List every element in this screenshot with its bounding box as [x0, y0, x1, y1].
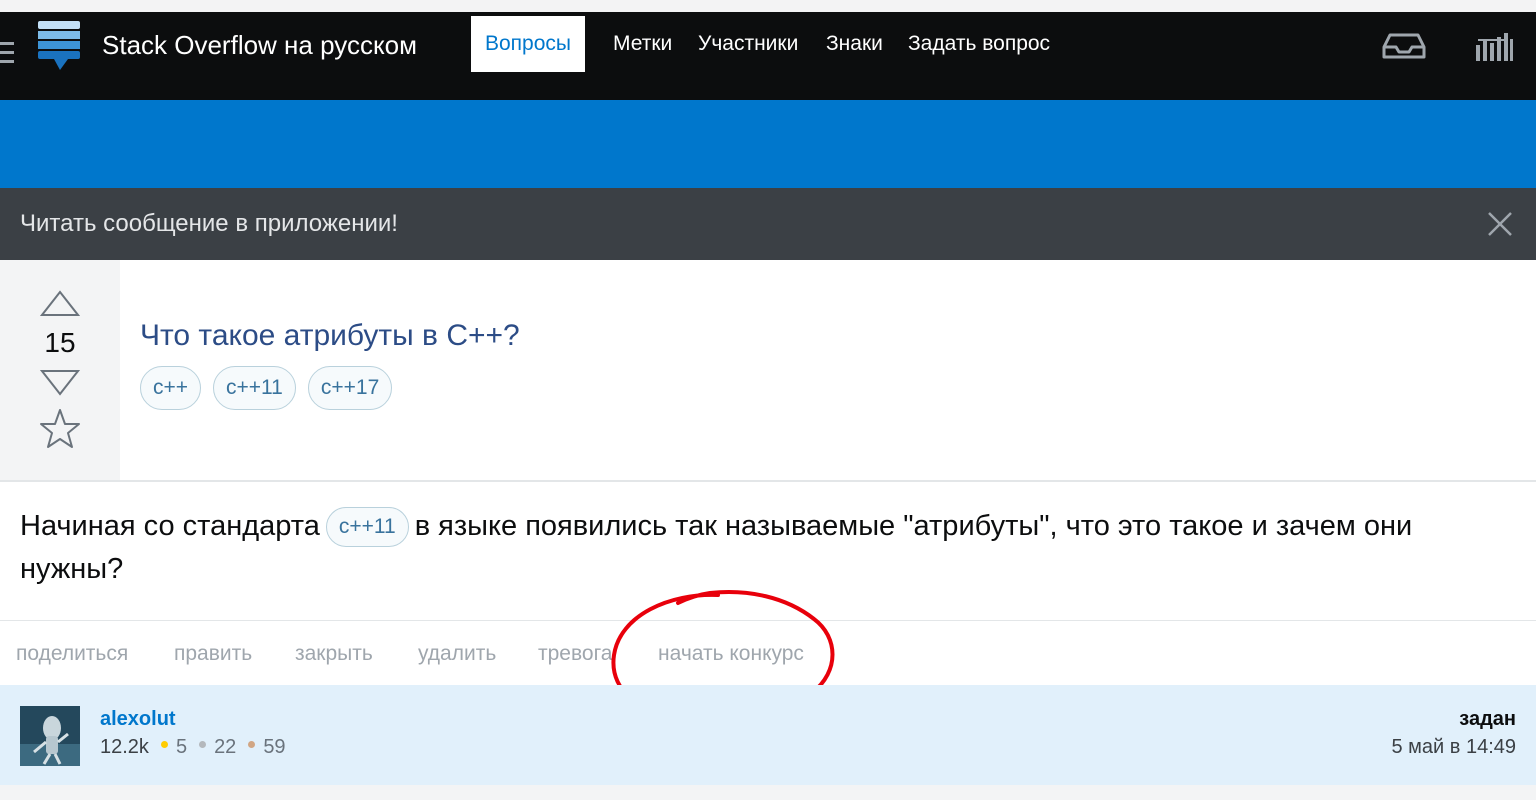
hamburger-menu-icon[interactable]	[0, 42, 14, 68]
nav-tags[interactable]: Метки	[613, 16, 672, 72]
inline-tag[interactable]: c++11	[325, 507, 409, 548]
question-title[interactable]: Что такое атрибуты в C++?	[140, 318, 520, 354]
tag[interactable]: c++	[140, 366, 202, 410]
question-tags: c++ c++11 c++17	[140, 366, 393, 410]
app-banner-text[interactable]: Читать сообщение в приложении!	[20, 209, 398, 239]
bottom-strip	[0, 785, 1536, 800]
status-strip	[0, 0, 1536, 12]
upvote-arrow-icon[interactable]	[40, 290, 80, 318]
tag[interactable]: c++17	[307, 366, 393, 410]
nav-badges[interactable]: Знаки	[826, 16, 883, 72]
stack-overflow-logo[interactable]	[38, 21, 80, 71]
question-body-text: Начиная со стандарта	[20, 510, 320, 542]
achievements-icon[interactable]	[1474, 27, 1514, 63]
close-link[interactable]: закрыть	[295, 641, 373, 667]
author-username[interactable]: alexolut	[100, 707, 176, 731]
site-title[interactable]: Stack Overflow на русском	[102, 29, 417, 61]
gold-badge-icon	[160, 740, 168, 748]
question-body: Начиная со стандарта c++11 в языке появили…	[20, 505, 1520, 591]
author-reputation: 12.2k	[100, 736, 149, 758]
nav-users[interactable]: Участники	[698, 16, 798, 72]
nav-questions[interactable]: Вопросы	[471, 16, 586, 72]
delete-link[interactable]: удалить	[418, 641, 496, 667]
bronze-badge-icon	[248, 740, 256, 748]
gold-badge-count: 5	[175, 736, 188, 758]
downvote-arrow-icon[interactable]	[40, 368, 80, 396]
author-stats: 12.2k 5 22 59	[100, 735, 286, 759]
silver-badge-icon	[199, 740, 207, 748]
divider	[0, 480, 1536, 482]
silver-badge-count: 22	[214, 736, 237, 758]
tag[interactable]: c++11	[213, 366, 296, 410]
nav-ask-question[interactable]: Задать вопрос	[908, 16, 1050, 72]
bronze-badge-count: 59	[263, 736, 286, 758]
app-banner[interactable]: Читать сообщение в приложении!	[0, 188, 1536, 260]
avatar[interactable]	[20, 706, 80, 766]
main-nav	[0, 100, 1536, 188]
edit-link[interactable]: править	[174, 641, 252, 667]
vote-count: 15	[44, 327, 76, 358]
asked-label: задан	[1459, 708, 1516, 730]
close-icon[interactable]	[1486, 210, 1514, 238]
inbox-icon[interactable]	[1382, 31, 1426, 61]
asked-date[interactable]: 5 май в 14:49	[1391, 735, 1516, 759]
favorite-star-icon[interactable]	[39, 408, 81, 450]
share-link[interactable]: поделиться	[16, 641, 128, 667]
